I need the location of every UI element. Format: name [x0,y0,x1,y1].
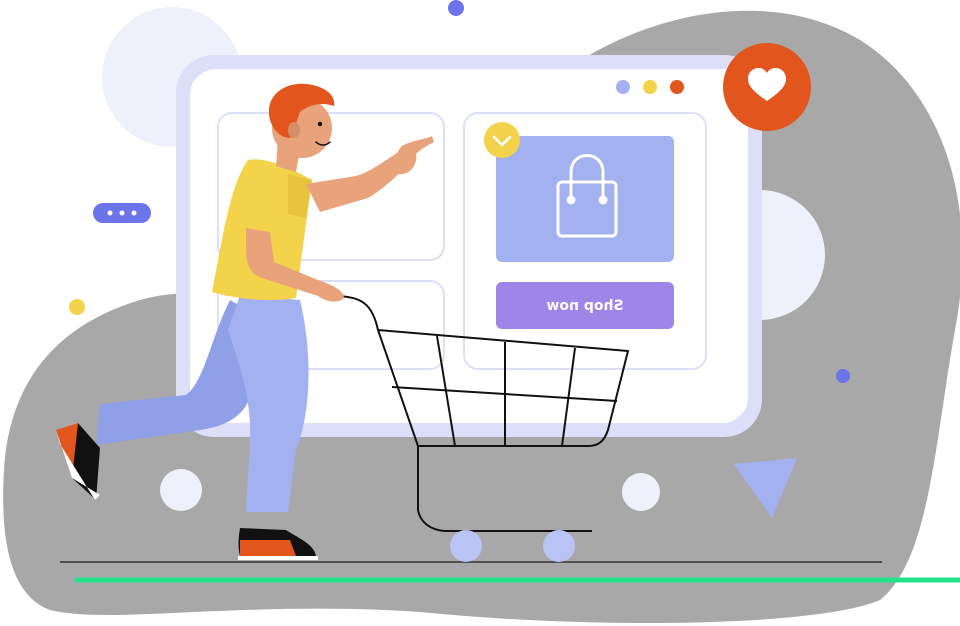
window-controls-icon [616,80,684,94]
cart-wheel-right [543,530,575,562]
illustration-stage: Shop now [0,0,960,626]
shopping-illustration [3,0,960,624]
cart-wheel-left [450,530,482,562]
deco-circle-left [160,469,202,511]
shop-now-label[interactable]: Shop now [496,282,674,329]
deco-dot-blue [836,369,850,383]
deco-dot-top [448,0,464,16]
deco-circle-mid [622,473,660,511]
chevron-down-icon[interactable] [484,122,520,158]
deco-dot-yellow [69,299,85,315]
